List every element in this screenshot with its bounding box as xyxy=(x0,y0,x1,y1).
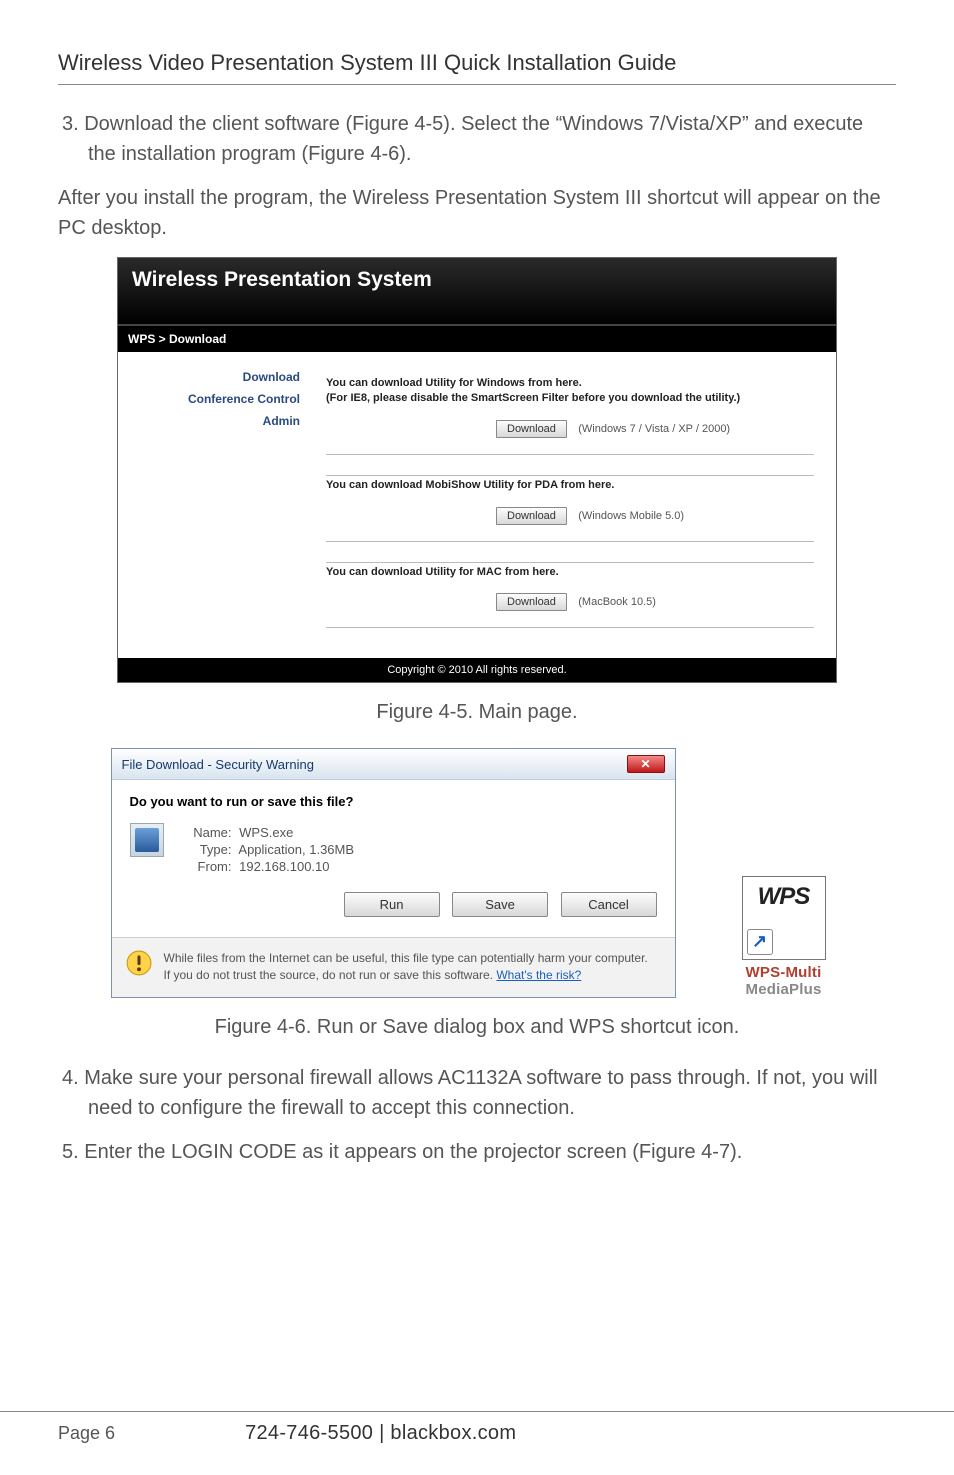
save-button[interactable]: Save xyxy=(452,892,548,917)
file-icon xyxy=(130,823,164,857)
section-windows-text: You can download Utility for Windows fro… xyxy=(326,374,814,420)
warning-icon xyxy=(126,950,152,976)
name-label: Name: xyxy=(180,825,232,840)
type-label: Type: xyxy=(180,842,232,857)
from-label: From: xyxy=(180,859,232,874)
footer-contact: 724-746-5500 | blackbox.com xyxy=(245,1422,516,1445)
cancel-button[interactable]: Cancel xyxy=(561,892,657,917)
from-value: 192.168.100.10 xyxy=(239,859,329,874)
step-4: 4. Make sure your personal firewall allo… xyxy=(58,1063,896,1123)
download-windows-button[interactable]: Download xyxy=(496,420,567,438)
wps-main: You can download Utility for Windows fro… xyxy=(318,352,836,658)
shortcut-icon: WPS ↗ xyxy=(742,876,826,960)
wps-shortcut[interactable]: WPS ↗ WPS-Multi MediaPlus xyxy=(724,876,844,998)
page-number: Page 6 xyxy=(58,1423,115,1444)
page-title: Wireless Video Presentation System III Q… xyxy=(58,50,896,85)
download-windows-label: (Windows 7 / Vista / XP / 2000) xyxy=(578,423,730,435)
sidebar-item-download[interactable]: Download xyxy=(126,366,310,388)
download-mac-label: (MacBook 10.5) xyxy=(578,596,656,608)
shortcut-label-1: WPS-Multi xyxy=(724,964,844,981)
shortcut-wps-text: WPS xyxy=(758,883,810,911)
wps-sidebar: Download Conference Control Admin xyxy=(118,352,318,658)
wps-window: Wireless Presentation System WPS > Downl… xyxy=(117,257,837,683)
figure-4-5-caption: Figure 4-5. Main page. xyxy=(58,701,896,724)
type-value: Application, 1.36MB xyxy=(238,842,354,857)
dialog-title: File Download - Security Warning xyxy=(122,757,314,772)
shortcut-label-2: MediaPlus xyxy=(724,981,844,998)
section-pda-text: You can download MobiShow Utility for PD… xyxy=(326,476,814,507)
close-icon[interactable]: ✕ xyxy=(627,755,665,773)
download-mac-button[interactable]: Download xyxy=(496,593,567,611)
dialog-question: Do you want to run or save this file? xyxy=(130,794,657,809)
run-button[interactable]: Run xyxy=(344,892,440,917)
sidebar-item-conference[interactable]: Conference Control xyxy=(126,388,310,410)
download-pda-label: (Windows Mobile 5.0) xyxy=(578,510,684,522)
step-3: 3. Download the client software (Figure … xyxy=(58,109,896,169)
sidebar-item-admin[interactable]: Admin xyxy=(126,410,310,432)
download-pda-button[interactable]: Download xyxy=(496,507,567,525)
name-value: WPS.exe xyxy=(239,825,293,840)
breadcrumb: WPS > Download xyxy=(118,326,836,352)
step-5: 5. Enter the LOGIN CODE as it appears on… xyxy=(58,1137,896,1167)
risk-link[interactable]: What's the risk? xyxy=(496,968,581,982)
wps-title: Wireless Presentation System xyxy=(118,258,836,326)
shortcut-arrow-icon: ↗ xyxy=(747,929,773,955)
wps-footer: Copyright © 2010 All rights reserved. xyxy=(118,658,836,682)
file-download-dialog: File Download - Security Warning ✕ Do yo… xyxy=(111,748,676,997)
figure-4-6-caption: Figure 4-6. Run or Save dialog box and W… xyxy=(58,1016,896,1039)
page-footer: Page 6 724-746-5500 | blackbox.com xyxy=(0,1411,954,1445)
section-mac-text: You can download Utility for MAC from he… xyxy=(326,563,814,594)
after-install-text: After you install the program, the Wirel… xyxy=(58,183,896,243)
